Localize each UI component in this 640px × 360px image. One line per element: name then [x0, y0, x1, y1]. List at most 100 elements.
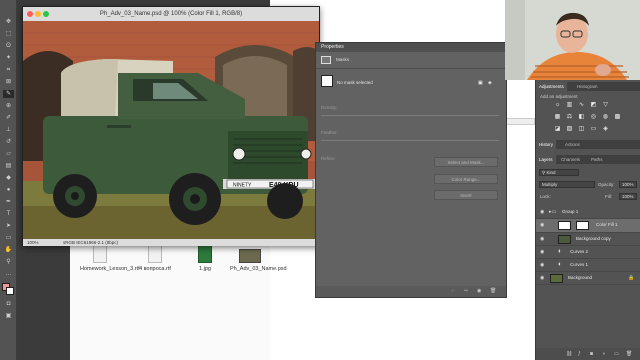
new-adjustment-icon[interactable]: ◑ [602, 351, 605, 357]
more-tools-icon[interactable]: … [3, 270, 14, 278]
layer-row[interactable]: ◉ ◐ Curves 2 [536, 246, 640, 259]
opacity-field[interactable]: 100% [619, 181, 637, 188]
quick-mask-icon[interactable]: ◘ [3, 300, 14, 308]
layer-name: Group 1 [562, 209, 579, 214]
fill-label: Fill: [605, 194, 612, 199]
invert-button[interactable]: Invert [434, 190, 498, 200]
layer-name: Color Fill 1 [596, 222, 618, 227]
color-balance-icon[interactable]: ⚖ [566, 114, 573, 121]
layer-row[interactable]: ◉ ◐ Curves 1 [536, 259, 640, 272]
layer-row[interactable]: ◉ ▸▭ Group 1 [536, 206, 640, 219]
eye-icon[interactable]: ◉ [540, 249, 544, 255]
feather-slider[interactable] [321, 140, 499, 141]
crop-icon[interactable]: ⌗ [3, 66, 14, 74]
healing-icon[interactable]: ⊕ [3, 102, 14, 110]
screen-mode-icon[interactable]: ▣ [3, 312, 14, 320]
stamp-icon[interactable]: ⊥ [3, 126, 14, 134]
vector-mask-icon[interactable]: ◈ [488, 80, 492, 86]
frame-icon[interactable]: ⊠ [3, 78, 14, 86]
curves-icon[interactable]: ∿ [578, 102, 585, 109]
background-color-swatch[interactable] [6, 287, 14, 295]
gradient-map-icon[interactable]: ▭ [590, 126, 597, 133]
zoom-level[interactable]: 100% [27, 239, 39, 246]
type-icon[interactable]: T [3, 210, 14, 218]
fill-field[interactable]: 100% [619, 193, 637, 200]
photo-filter-icon[interactable]: ◎ [590, 114, 597, 121]
magic-wand-icon[interactable]: ✦ [3, 54, 14, 62]
eraser-icon[interactable]: ▱ [3, 150, 14, 158]
eye-icon[interactable]: ◉ [540, 222, 544, 228]
history-brush-icon[interactable]: ↺ [3, 138, 14, 146]
properties-title: Properties [321, 44, 344, 50]
black-white-icon[interactable]: ◧ [578, 114, 585, 121]
load-selection-icon[interactable]: ◌ [451, 288, 454, 294]
file-questions-rtf[interactable]: 4 вопроса.rtf [135, 245, 175, 272]
marquee-icon[interactable]: ⬚ [3, 30, 14, 38]
posterize-icon[interactable]: ▧ [566, 126, 573, 133]
dodge-icon[interactable]: ● [3, 186, 14, 194]
rtf-file-icon [148, 245, 162, 263]
document-canvas[interactable]: NINETY E40 KDU [23, 21, 319, 239]
tools-panel: ✥ ⬚ ʘ ✦ ⌗ ⊠ ✎ ⊕ ✐ ⊥ ↺ ▱ ▤ ◆ ● ✒ T ➤ ▭ ✋ … [0, 0, 17, 360]
color-range-button[interactable]: Color Range... [434, 174, 498, 184]
fx-icon[interactable]: ƒ [578, 351, 581, 357]
adjustments-tabbar: Adjustments Histogram [536, 82, 640, 91]
mask-icon [321, 56, 331, 64]
channel-mixer-icon[interactable]: ◍ [602, 114, 609, 121]
vibrance-icon[interactable]: ▽ [602, 102, 609, 109]
layer-row[interactable]: ◉ Background 🔒 [536, 272, 640, 285]
blend-mode-select[interactable]: Multiply [539, 181, 595, 188]
eye-icon[interactable]: ◉ [540, 209, 544, 215]
eye-icon[interactable]: ◉ [540, 275, 544, 281]
zoom-button[interactable] [43, 11, 49, 17]
file-psd[interactable]: Ph_Adv_03_Name.psd [230, 245, 287, 272]
blur-icon[interactable]: ◆ [3, 174, 14, 182]
invert-adjust-icon[interactable]: ◪ [554, 126, 561, 133]
tab-channels[interactable]: Channels [558, 155, 583, 164]
exposure-icon[interactable]: ◩ [590, 102, 597, 109]
layer-row[interactable]: ◉ Background copy [536, 233, 640, 246]
psd-thumbnail-icon [239, 249, 261, 263]
gradient-icon[interactable]: ▤ [3, 162, 14, 170]
brightness-icon[interactable]: ☼ [554, 102, 561, 109]
shape-icon[interactable]: ▭ [3, 234, 14, 242]
move-icon[interactable]: ✥ [3, 18, 14, 26]
hand-icon[interactable]: ✋ [3, 246, 14, 254]
zoom-icon[interactable]: ⚲ [3, 258, 14, 266]
file-homework-rtf[interactable]: Homework_Lesson_3.rtf [80, 245, 140, 272]
file-label: 1.jpg [199, 266, 211, 272]
tab-layers[interactable]: Layers [536, 155, 556, 164]
eyedropper-icon[interactable]: ✎ [3, 90, 14, 98]
tab-history[interactable]: History [536, 140, 557, 149]
hue-saturation-icon[interactable]: ▦ [554, 114, 561, 121]
tab-paths[interactable]: Paths [588, 155, 606, 164]
levels-icon[interactable]: ▥ [566, 102, 573, 109]
trash-icon[interactable]: 🗑 [490, 288, 496, 294]
apply-mask-icon[interactable]: ⇨ [464, 288, 468, 294]
pixel-mask-icon[interactable]: ▣ [478, 80, 483, 86]
brush-icon[interactable]: ✐ [3, 114, 14, 122]
new-group-icon[interactable]: ▭ [614, 351, 619, 357]
layer-filter-kind[interactable]: ⚲ Kind [539, 169, 579, 176]
threshold-icon[interactable]: ◫ [578, 126, 585, 133]
trash-icon[interactable]: 🗑 [626, 351, 632, 357]
close-button[interactable] [27, 11, 33, 17]
pen-icon[interactable]: ✒ [3, 198, 14, 206]
selective-color-icon[interactable]: ◈ [602, 126, 609, 133]
lasso-icon[interactable]: ʘ [3, 42, 14, 50]
color-lookup-icon[interactable]: ▩ [614, 114, 621, 121]
add-mask-icon[interactable]: ◙ [590, 351, 593, 357]
file-jpg[interactable]: 1.jpg [185, 245, 225, 272]
eye-icon[interactable]: ◉ [540, 236, 544, 242]
eye-icon[interactable]: ◉ [540, 262, 544, 268]
tab-adjustments[interactable]: Adjustments [536, 82, 567, 91]
path-select-icon[interactable]: ➤ [3, 222, 14, 230]
tab-actions[interactable]: Actions [562, 140, 583, 149]
minimize-button[interactable] [35, 11, 41, 17]
select-and-mask-button[interactable]: Select and Mask... [434, 157, 498, 167]
tab-histogram[interactable]: Histogram [574, 82, 601, 91]
layer-row-selected[interactable]: ◉ Color Fill 1 [536, 219, 640, 233]
link-icon[interactable]: ⛓ [566, 351, 572, 357]
visibility-icon[interactable]: ◉ [477, 288, 481, 294]
density-slider[interactable] [321, 115, 499, 116]
